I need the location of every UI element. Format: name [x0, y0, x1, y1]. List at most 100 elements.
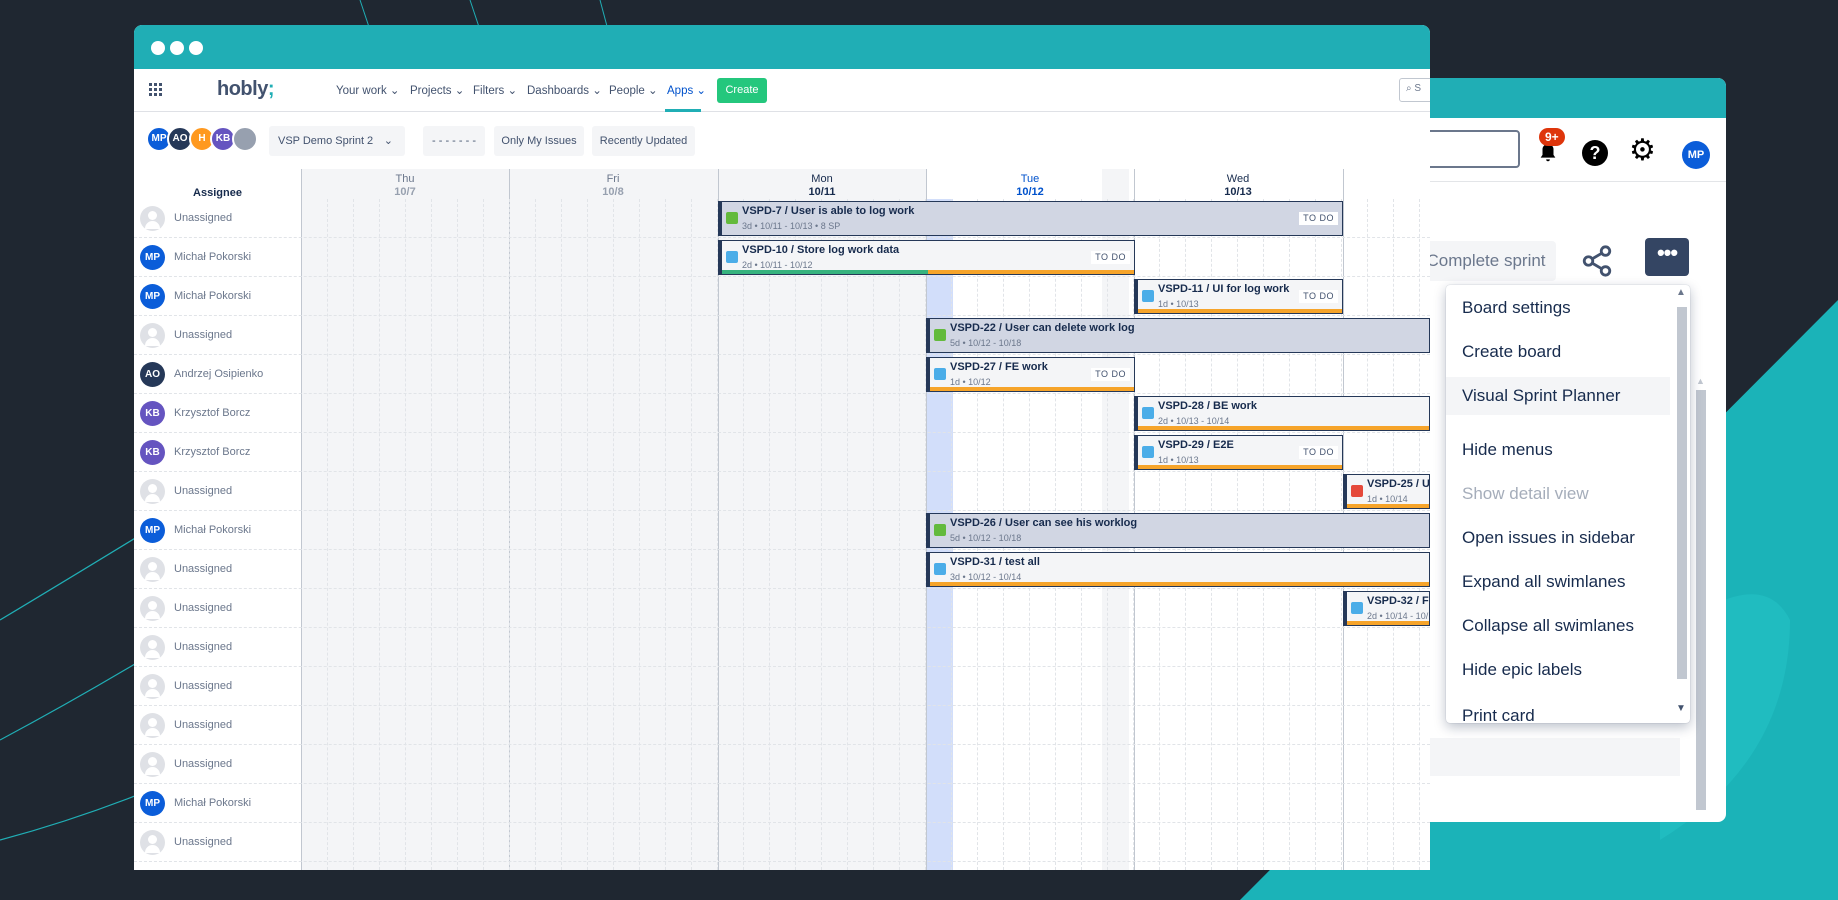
progress-bar: [722, 270, 928, 274]
logo-mark: ;: [267, 78, 275, 100]
create-button[interactable]: Create: [717, 78, 767, 103]
menu-item-create-board[interactable]: Create board: [1446, 333, 1670, 371]
issue-meta: 1d • 10/13: [1158, 455, 1199, 465]
window-dot[interactable]: [170, 41, 184, 55]
scrollbar-thumb[interactable]: [1696, 390, 1706, 810]
only-my-issues-button[interactable]: Only My Issues: [494, 126, 584, 156]
issue-card[interactable]: VSPD-31 / test all 3d • 10/12 - 10/14: [926, 552, 1430, 587]
window-titlebar: [134, 25, 1430, 69]
scroll-up-icon[interactable]: ▲: [1676, 287, 1686, 298]
menu-item-expand-all-swimlanes[interactable]: Expand all swimlanes: [1446, 563, 1670, 601]
more-actions-button[interactable]: •••: [1645, 238, 1689, 276]
avatar[interactable]: KB: [140, 440, 165, 465]
active-nav-indicator: [665, 109, 701, 112]
nav-dashboards[interactable]: Dashboards ⌄: [527, 83, 602, 97]
window-dot[interactable]: [189, 41, 203, 55]
scroll-down-icon[interactable]: ▼: [1676, 703, 1686, 714]
task-icon: [934, 563, 946, 575]
issue-card[interactable]: VSPD-25 / U 1d • 10/14: [1343, 474, 1430, 509]
assignee-row: Unassigned: [134, 823, 1430, 862]
avatar[interactable]: [140, 479, 165, 504]
menu-item-visual-sprint-planner[interactable]: Visual Sprint Planner: [1446, 377, 1670, 415]
app-switcher-icon[interactable]: [149, 83, 163, 97]
menu-item-hide-epic-labels[interactable]: Hide epic labels: [1446, 651, 1670, 689]
window-dot[interactable]: [151, 41, 165, 55]
avatar[interactable]: [140, 830, 165, 855]
issue-meta: 3d • 10/12 - 10/14: [950, 572, 1022, 582]
avatar[interactable]: MP: [1682, 141, 1710, 169]
issue-title: VSPD-26 / User can see his worklog: [950, 517, 1138, 529]
board-header: 9+ ? ⚙ MP: [1380, 118, 1726, 182]
complete-sprint-button[interactable]: Complete sprint: [1416, 241, 1556, 281]
issue-title: VSPD-31 / test all: [950, 556, 1040, 568]
task-icon: [1351, 602, 1363, 614]
recently-updated-button[interactable]: Recently Updated: [592, 126, 695, 156]
menu-scrollbar[interactable]: ▲ ▼: [1674, 285, 1690, 723]
scrollbar-thumb[interactable]: [1677, 307, 1687, 679]
avatar-unassigned[interactable]: [232, 126, 258, 152]
avatar[interactable]: MP: [140, 791, 165, 816]
chevron-down-icon: ⌄: [507, 85, 518, 97]
menu-item-print-cards[interactable]: Print card: [1446, 697, 1670, 723]
issue-card[interactable]: VSPD-26 / User can see his worklog 5d • 1…: [926, 513, 1430, 548]
avatar[interactable]: MP: [140, 245, 165, 270]
day-date: 10/12: [1016, 186, 1044, 198]
nav-people[interactable]: People ⌄: [609, 83, 658, 97]
menu-item-hide-menus[interactable]: Hide menus: [1446, 431, 1670, 469]
issue-card[interactable]: VSPD-29 / E2E 1d • 10/13 TO DO: [1134, 435, 1343, 470]
avatar[interactable]: [140, 674, 165, 699]
nav-apps[interactable]: Apps ⌄: [667, 83, 706, 97]
avatar[interactable]: [140, 752, 165, 777]
avatar[interactable]: [140, 323, 165, 348]
issue-card[interactable]: VSPD-22 / User can delete work log 5d • 1…: [926, 318, 1430, 353]
nav-filters[interactable]: Filters ⌄: [473, 83, 517, 97]
issue-meta: 1d • 10/12: [950, 377, 991, 387]
issue-card[interactable]: VSPD-10 / Store log work data 2d • 10/11 …: [718, 240, 1135, 275]
assignee-row: MP Michał Pokorski: [134, 784, 1430, 823]
gear-icon[interactable]: ⚙: [1629, 136, 1656, 166]
logo[interactable]: hobly;: [217, 78, 275, 101]
day-name: Fri: [606, 173, 620, 185]
avatar[interactable]: [140, 557, 165, 582]
issue-card[interactable]: VSPD-28 / BE work 2d • 10/13 - 10/14: [1134, 396, 1430, 431]
scroll-up-icon[interactable]: ▲: [1696, 376, 1705, 386]
duration-bar: [930, 582, 1429, 586]
nav-projects[interactable]: Projects ⌄: [410, 83, 464, 97]
avatar[interactable]: [140, 596, 165, 621]
menu-item-collapse-all-swimlanes[interactable]: Collapse all swimlanes: [1446, 607, 1670, 645]
issue-card[interactable]: VSPD-11 / UI for log work 1d • 10/13 TO DO: [1134, 279, 1343, 314]
scrollbar[interactable]: ▲: [1693, 376, 1709, 822]
search-input[interactable]: ⌕ S: [1399, 78, 1430, 102]
avatar[interactable]: KB: [140, 401, 165, 426]
avatar[interactable]: [140, 713, 165, 738]
assignee-name: Andrzej Osipienko: [174, 368, 264, 380]
nav-your-work[interactable]: Your work ⌄: [336, 83, 400, 97]
assignee-header: Assignee: [193, 187, 242, 199]
avatar[interactable]: [140, 206, 165, 231]
avatar[interactable]: AO: [140, 362, 165, 387]
assignee-name: Michał Pokorski: [174, 290, 252, 302]
assignee-name: Michał Pokorski: [174, 797, 252, 809]
avatar[interactable]: MP: [140, 284, 165, 309]
assignee-name: Unassigned: [174, 758, 233, 770]
menu-item-board-settings[interactable]: Board settings: [1446, 289, 1670, 327]
issue-card[interactable]: VSPD-32 / F 2d • 10/14 - 10/: [1343, 591, 1430, 626]
help-icon[interactable]: ?: [1582, 140, 1608, 166]
issue-card[interactable]: VSPD-7 / User is able to log work 3d • 10…: [718, 201, 1343, 236]
assignee-row: AO Andrzej Osipienko: [134, 355, 1430, 394]
menu-item-open-issues-in-sidebar[interactable]: Open issues in sidebar: [1446, 519, 1670, 557]
task-icon: [1142, 407, 1154, 419]
share-icon[interactable]: [1580, 244, 1614, 278]
logo-text: hobly: [217, 78, 268, 100]
avatar[interactable]: [140, 635, 165, 660]
assignee-row: Unassigned: [134, 667, 1430, 706]
assignee-row: Unassigned: [134, 745, 1430, 784]
epic-filter[interactable]: - - - - - - -: [423, 126, 485, 156]
search-icon: ⌕: [1406, 83, 1412, 94]
issue-meta: 1d • 10/14: [1367, 494, 1408, 504]
task-icon: [934, 368, 946, 380]
issue-card[interactable]: VSPD-27 / FE work 1d • 10/12 TO DO: [926, 357, 1135, 392]
day-name: Thu: [395, 173, 415, 185]
sprint-select[interactable]: VSP Demo Sprint 2 ⌄: [269, 126, 405, 156]
avatar[interactable]: MP: [140, 518, 165, 543]
